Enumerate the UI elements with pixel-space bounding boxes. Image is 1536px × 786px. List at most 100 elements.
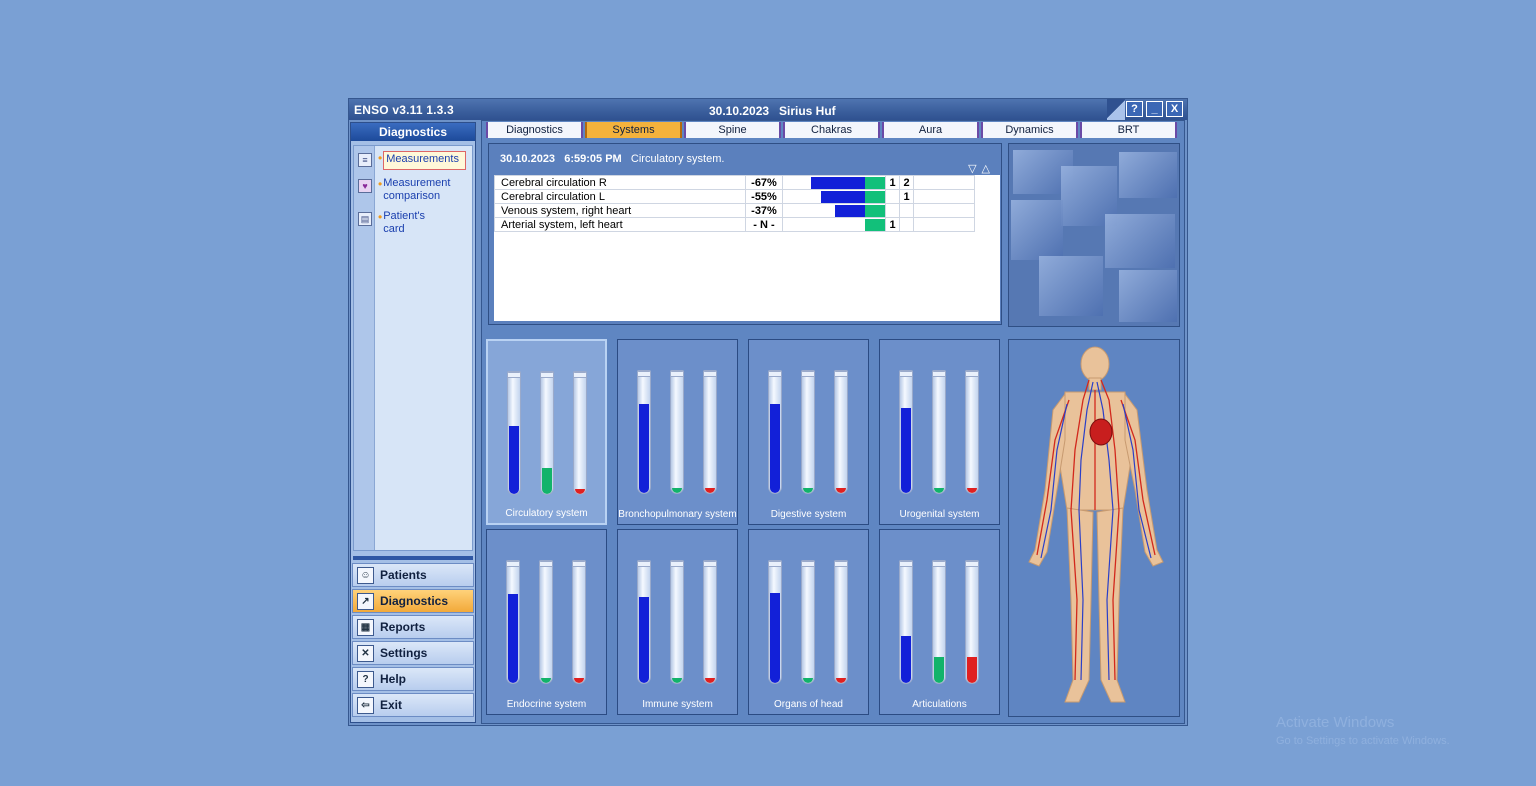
nav-diagnostics-button[interactable]: ↗ Diagnostics [352, 589, 474, 613]
sidebar-item-measurements[interactable]: ≡ • Measurements [358, 151, 466, 170]
measurement-row[interactable]: Cerebral circulation R -67% 1 2 [494, 175, 975, 190]
system-card[interactable]: Articulations [879, 529, 1000, 715]
bullet-icon: • [378, 151, 383, 165]
nav-label: Help [380, 672, 407, 686]
sort-down-icon[interactable]: ▽ [968, 163, 981, 175]
nav-label: Settings [380, 646, 428, 660]
tube-fill [542, 468, 552, 494]
tube-fill [934, 488, 944, 493]
bullet-icon: • [378, 210, 383, 224]
sort-controls: ▽△ [968, 162, 995, 175]
system-label: Endocrine system [506, 699, 587, 710]
tab-brt[interactable]: BRT [1080, 122, 1177, 138]
tab-chakras[interactable]: Chakras [783, 122, 880, 138]
nav-reports-button[interactable]: ▦ Reports [352, 615, 474, 639]
texture-tile [1039, 256, 1103, 316]
system-card[interactable]: Immune system [617, 529, 738, 715]
tube-fill [508, 594, 518, 683]
anatomy-image-panel [1008, 339, 1180, 717]
sidebar-item-label: Measurements [383, 151, 466, 170]
tube-fill [770, 593, 780, 683]
close-button[interactable]: X [1166, 101, 1183, 117]
system-card[interactable]: Bronchopulmonary system [617, 339, 738, 525]
app-title: ENSO v3.11 1.3.3 [354, 103, 454, 117]
row-name: Cerebral circulation R [494, 175, 746, 190]
measurement-table-area: Cerebral circulation R -67% 1 2 Cerebral cir… [494, 175, 1000, 321]
title-user: Sirius Huf [779, 104, 836, 118]
row-count-2: 2 [899, 175, 914, 190]
row-bar [782, 217, 886, 232]
red-test-tube [965, 560, 979, 684]
tube-fill [901, 636, 911, 683]
sidebar-item-label: Measurement comparison [383, 177, 451, 202]
system-card[interactable]: Digestive system [748, 339, 869, 525]
sort-up-icon[interactable]: △ [982, 163, 995, 175]
sidebar-item-measurement-comparison[interactable]: ♥ • Measurement comparison [358, 177, 455, 203]
nav-settings-button[interactable]: ✕ Settings [352, 641, 474, 665]
tab-dynamics[interactable]: Dynamics [981, 122, 1078, 138]
measurement-row[interactable]: Venous system, right heart -37% [494, 203, 975, 218]
system-card[interactable]: Organs of head [748, 529, 869, 715]
norm-bar [865, 177, 885, 189]
green-test-tube [932, 370, 946, 494]
activation-watermark-subtitle: Go to Settings to activate Windows. [1276, 735, 1450, 747]
measurement-panel: 30.10.2023 6:59:05 PM Circulatory system… [488, 143, 1002, 325]
activation-watermark-title: Activate Windows [1276, 714, 1395, 731]
tube-fill [705, 678, 715, 683]
measurement-time: 6:59:05 PM [564, 153, 622, 165]
system-card[interactable]: Circulatory system [486, 339, 607, 525]
texture-tile [1011, 200, 1063, 260]
blue-test-tube [637, 370, 651, 494]
row-count-1: 1 [885, 175, 900, 190]
card-icon: ▤ [358, 212, 372, 226]
blue-test-tube [899, 370, 913, 494]
norm-bar [865, 191, 885, 203]
system-label: Organs of head [774, 699, 843, 710]
row-percent: - N - [745, 217, 783, 232]
row-count-2 [899, 203, 914, 218]
red-test-tube [703, 560, 717, 684]
sidebar-splitter[interactable] [353, 556, 473, 560]
tube-fill [639, 597, 649, 683]
system-card[interactable]: Urogenital system [879, 339, 1000, 525]
sidebar-icon-strip [354, 146, 375, 550]
row-bar [782, 175, 886, 190]
settings-icon: ✕ [357, 644, 374, 662]
row-bar [782, 203, 886, 218]
measurement-table: Cerebral circulation R -67% 1 2 Cerebral cir… [494, 175, 975, 232]
norm-bar [865, 205, 885, 217]
reports-icon: ▦ [357, 618, 374, 636]
minimize-button[interactable]: _ [1146, 101, 1163, 117]
tab-systems[interactable]: Systems [585, 122, 682, 138]
blue-test-tube [507, 371, 521, 495]
bullet-icon: • [378, 177, 383, 191]
row-bar [782, 189, 886, 204]
nav-patients-button[interactable]: ☺ Patients [352, 563, 474, 587]
tube-fill [803, 488, 813, 493]
red-test-tube [834, 370, 848, 494]
red-test-tube [572, 560, 586, 684]
measurement-row[interactable]: Cerebral circulation L -55% 1 [494, 189, 975, 204]
nav-help-button[interactable]: ? Help [352, 667, 474, 691]
row-count-1 [885, 203, 900, 218]
system-label: Bronchopulmonary system [618, 509, 737, 520]
row-spacer [913, 175, 975, 190]
nav-exit-button[interactable]: ⇦ Exit [352, 693, 474, 717]
measurement-row[interactable]: Arterial system, left heart - N - 1 [494, 217, 975, 232]
green-test-tube [801, 370, 815, 494]
sidebar-item-patients-card[interactable]: ▤ • Patient's card [358, 210, 433, 236]
red-test-tube [703, 370, 717, 494]
nav-label: Diagnostics [380, 594, 449, 608]
tab-diagnostics[interactable]: Diagnostics [486, 122, 583, 138]
tube-fill [574, 678, 584, 683]
tab-aura[interactable]: Aura [882, 122, 979, 138]
green-test-tube [670, 560, 684, 684]
tab-spine[interactable]: Spine [684, 122, 781, 138]
measurement-date: 30.10.2023 [500, 153, 556, 165]
texture-tile [1119, 152, 1177, 198]
red-test-tube [965, 370, 979, 494]
system-card[interactable]: Endocrine system [486, 529, 607, 715]
row-name: Venous system, right heart [494, 203, 746, 218]
tube-fill [672, 678, 682, 683]
help-button[interactable]: ? [1126, 101, 1143, 117]
